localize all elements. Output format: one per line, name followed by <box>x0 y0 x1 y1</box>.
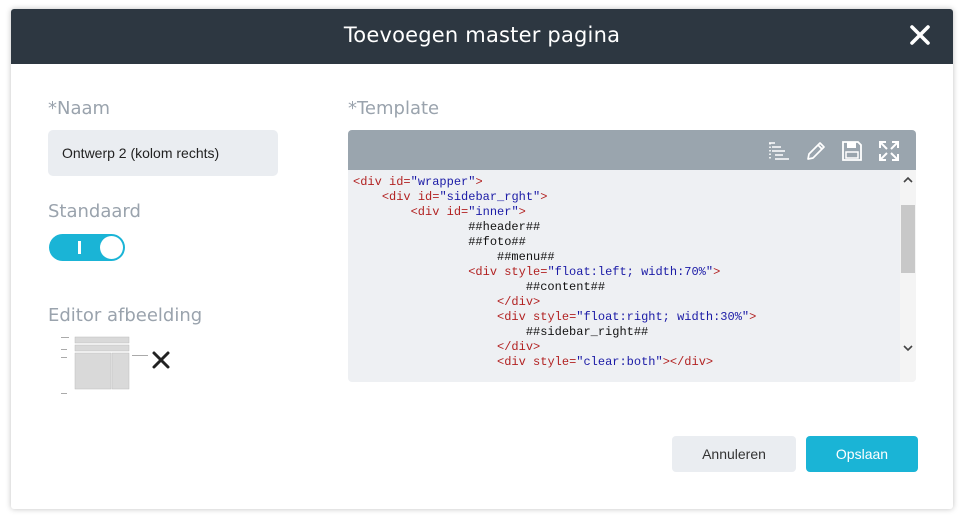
code-token: <div <box>353 175 390 189</box>
code-line: <div id="sidebar_rght"> <box>348 190 898 205</box>
code-token: > <box>713 265 721 279</box>
code-token: </div> <box>497 340 541 354</box>
code-token: id <box>417 190 433 204</box>
code-token: ##content## <box>353 280 606 294</box>
toggle-knob <box>100 236 123 259</box>
pencil-icon[interactable] <box>804 139 828 163</box>
code-token: id <box>389 175 404 189</box>
code-token: <div <box>497 310 534 324</box>
code-line: <div style="float:right; width:30%"> <box>348 310 898 325</box>
editor-scrollbar[interactable] <box>900 170 916 382</box>
code-token: <div <box>381 190 418 204</box>
code-token: id <box>446 205 462 219</box>
editor-image-label: Editor afbeelding <box>48 305 203 326</box>
add-master-page-dialog: Toevoegen master pagina *Naam Ontwerp 2 … <box>11 9 953 509</box>
editor-toolbar <box>348 130 916 170</box>
name-input[interactable]: Ontwerp 2 (kolom rechts) <box>48 130 278 176</box>
close-icon[interactable] <box>907 22 933 48</box>
toggle-on-indicator <box>78 241 81 254</box>
thumbnail-label-mark <box>132 355 148 356</box>
code-line: <div style="float:left; width:70%"> <box>348 265 898 280</box>
code-token: <div <box>497 355 534 369</box>
code-token: </div> <box>497 295 541 309</box>
code-line: <div id="wrapper"> <box>348 175 898 190</box>
code-line: </div> <box>348 295 898 310</box>
template-label: *Template <box>348 98 440 119</box>
default-toggle[interactable] <box>49 234 125 261</box>
code-token: <div <box>410 205 447 219</box>
fullscreen-icon[interactable] <box>877 139 901 163</box>
code-token: > <box>518 205 526 219</box>
code-line: <div style="clear:both"></div> <box>348 355 898 370</box>
code-token: ##header## <box>353 220 541 234</box>
save-button[interactable]: Opslaan <box>806 436 918 472</box>
code-token: > <box>540 190 548 204</box>
code-token: ##sidebar_right## <box>353 325 649 339</box>
chevron-down-icon[interactable] <box>902 342 914 354</box>
code-token: style <box>504 265 541 279</box>
save-icon[interactable] <box>840 139 864 163</box>
code-token: style <box>533 310 570 324</box>
code-line: ##foto## <box>348 235 898 250</box>
code-token: <div <box>468 265 505 279</box>
code-token: ##menu## <box>353 250 555 264</box>
dialog-header: Toevoegen master pagina <box>11 9 953 64</box>
code-token: "float:left; width:70%" <box>547 265 714 279</box>
chevron-up-icon[interactable] <box>902 174 914 186</box>
remove-image-icon[interactable] <box>151 350 171 370</box>
code-line: ##menu## <box>348 250 898 265</box>
code-token: = <box>403 175 411 189</box>
code-token: "float:right; width:30%" <box>576 310 750 324</box>
code-token: "sidebar_rght" <box>439 190 541 204</box>
code-token: style <box>533 355 570 369</box>
code-line: </div> <box>348 340 898 355</box>
code-content[interactable]: <div id="wrapper"> <div id="sidebar_rght… <box>348 170 898 382</box>
code-token: > <box>749 310 757 324</box>
code-token: ></div> <box>662 355 714 369</box>
code-token: "clear:both" <box>576 355 663 369</box>
code-token: "wrapper" <box>410 175 476 189</box>
code-line: ##header## <box>348 220 898 235</box>
code-line: ##sidebar_right## <box>348 325 898 340</box>
scrollbar-thumb[interactable] <box>901 205 915 273</box>
default-label: Standaard <box>48 201 141 222</box>
code-token: ##foto## <box>353 235 526 249</box>
format-icon[interactable] <box>767 139 791 163</box>
dialog-title: Toevoegen master pagina <box>343 23 621 47</box>
code-token: "inner" <box>468 205 519 219</box>
editor-image-thumbnail <box>59 335 131 397</box>
name-label: *Naam <box>48 98 111 119</box>
code-token: > <box>475 175 483 189</box>
template-code-editor[interactable]: <div id="wrapper"> <div id="sidebar_rght… <box>348 130 916 382</box>
code-line: ##content## <box>348 280 898 295</box>
code-line: <div id="inner"> <box>348 205 898 220</box>
cancel-button[interactable]: Annuleren <box>672 436 796 472</box>
